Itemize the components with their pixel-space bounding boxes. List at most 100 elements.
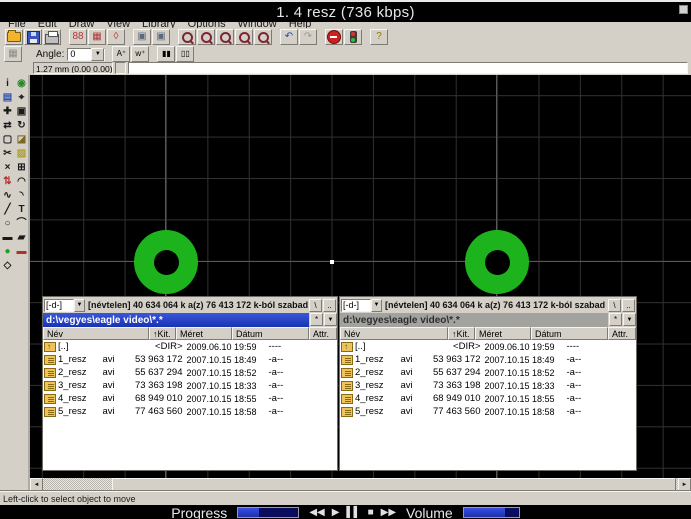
move-tool-icon[interactable]: ✚ xyxy=(1,105,14,119)
zoom-select-icon[interactable] xyxy=(235,29,253,45)
file-row[interactable]: 5_resz avi 77 463 560 2007.10.15 18:58 -… xyxy=(43,405,337,418)
history-button[interactable]: ▼ xyxy=(324,313,337,326)
display-tool-icon[interactable]: ▤ xyxy=(1,91,14,105)
favorites-button[interactable]: * xyxy=(310,313,323,326)
hole-tool-icon[interactable]: ◇ xyxy=(1,259,14,273)
window-control-icon[interactable] xyxy=(679,5,688,14)
polygon-tool-icon[interactable]: ▰ xyxy=(15,231,28,245)
split-tool-icon[interactable]: ◝ xyxy=(15,189,28,203)
chevron-down-icon[interactable]: ▼ xyxy=(91,47,105,61)
file-row[interactable]: 3_resz avi 73 363 198 2007.10.15 18:33 -… xyxy=(43,379,337,392)
add-tool-icon[interactable]: ⊞ xyxy=(15,161,28,175)
change-tool-icon[interactable]: ◪ xyxy=(15,133,28,147)
device-icon[interactable]: ◊ xyxy=(107,29,125,45)
file-row[interactable]: 2_resz avi 55 637 294 2007.10.15 18:52 -… xyxy=(340,366,636,379)
file-row[interactable]: 3_resz avi 73 363 198 2007.10.15 18:33 -… xyxy=(340,379,636,392)
print-icon[interactable] xyxy=(43,29,61,45)
column-header-ext[interactable]: ↑Kit. xyxy=(448,327,475,340)
rotate-tool-icon[interactable]: ↻ xyxy=(15,119,28,133)
parent-dir-button[interactable]: .. xyxy=(622,298,635,312)
wire-tool-icon[interactable]: ╱ xyxy=(1,203,14,217)
last-window-icon[interactable]: ▣ xyxy=(152,29,170,45)
via-pad-left[interactable] xyxy=(134,230,198,294)
fit-drawing-icon[interactable]: ▣ xyxy=(133,29,151,45)
play-icon[interactable]: ▶ xyxy=(332,507,340,518)
root-dir-button[interactable]: \ xyxy=(608,298,621,312)
smash-tool-icon[interactable]: ◠ xyxy=(15,175,28,189)
drive-combo[interactable]: [-d-] xyxy=(44,298,74,312)
command-input[interactable] xyxy=(128,62,688,74)
library-icon[interactable]: 88 xyxy=(69,29,87,45)
file-row[interactable]: 4_resz avi 68 949 010 2007.10.15 18:55 -… xyxy=(43,392,337,405)
copy-tool-icon[interactable]: ▣ xyxy=(15,105,28,119)
file-row[interactable]: 5_resz avi 77 463 560 2007.10.15 18:58 -… xyxy=(340,405,636,418)
canvas-hscrollbar[interactable]: ◄ ► xyxy=(30,478,691,491)
forward-icon[interactable]: ▶▶ xyxy=(381,507,396,518)
show-tool-icon[interactable]: ◉ xyxy=(15,77,28,91)
angle-combo[interactable]: 0 ▼ xyxy=(67,47,106,61)
rect-tool-icon[interactable]: ▬ xyxy=(1,231,14,245)
file-row[interactable]: [..] <DIR> 2009.06.10 19:59 ---- xyxy=(43,340,337,353)
column-header-date[interactable]: Dátum xyxy=(232,327,309,340)
favorites-button[interactable]: * xyxy=(609,313,622,326)
toggle-button-2[interactable]: ▯▯ xyxy=(176,46,195,62)
grid-button[interactable]: ▦ xyxy=(4,46,22,62)
save-file-icon[interactable] xyxy=(24,29,42,45)
text-tool-icon[interactable]: T xyxy=(15,203,28,217)
mark-tool-icon[interactable]: ⌖ xyxy=(15,91,28,105)
run-script-icon[interactable] xyxy=(344,29,362,45)
group-tool-icon[interactable]: ▢ xyxy=(1,133,14,147)
via-pad-right[interactable] xyxy=(465,230,529,294)
redo-icon[interactable]: ↷ xyxy=(299,29,317,45)
current-path[interactable]: d:\vegyes\eagle video\*.* xyxy=(340,313,608,327)
column-header-size[interactable]: Méret xyxy=(176,327,232,340)
toggle-button-1[interactable]: ▮▮ xyxy=(157,46,176,62)
column-header-name[interactable]: Név xyxy=(340,327,448,340)
arc-tool-icon[interactable]: ⌒ xyxy=(15,217,28,231)
scrollbar-thumb[interactable] xyxy=(112,478,676,491)
column-header-size[interactable]: Méret xyxy=(475,327,531,340)
via-tool-icon[interactable]: ● xyxy=(1,245,14,259)
stop-icon[interactable]: ■ xyxy=(368,507,374,518)
circle-tool-icon[interactable]: ○ xyxy=(1,217,14,231)
paste-tool-icon[interactable]: ▨ xyxy=(15,147,28,161)
mirror-tool-icon[interactable]: ⇄ xyxy=(1,119,14,133)
column-header-attr[interactable]: Attr. xyxy=(608,327,636,340)
file-row[interactable]: 4_resz avi 68 949 010 2007.10.15 18:55 -… xyxy=(340,392,636,405)
chevron-down-icon[interactable]: ▼ xyxy=(74,298,85,312)
root-dir-button[interactable]: \ xyxy=(309,298,322,312)
abs-text-button[interactable]: A⁺ xyxy=(112,46,131,62)
current-path[interactable]: d:\vegyes\eagle video\*.* xyxy=(43,313,309,327)
scroll-right-icon[interactable]: ► xyxy=(678,478,691,491)
pinswap-tool-icon[interactable]: ⇅ xyxy=(1,175,14,189)
zoom-out-icon[interactable] xyxy=(216,29,234,45)
help-icon[interactable]: ? xyxy=(370,29,388,45)
ratsnest-tool-icon[interactable]: ∿ xyxy=(1,189,14,203)
progress-bar[interactable] xyxy=(237,507,300,518)
file-row[interactable]: [..] <DIR> 2009.06.10 19:59 ---- xyxy=(340,340,636,353)
zoom-fit-icon[interactable] xyxy=(178,29,196,45)
cut-tool-icon[interactable]: ✂ xyxy=(1,147,14,161)
history-button[interactable]: ▼ xyxy=(623,313,636,326)
chevron-down-icon[interactable]: ▼ xyxy=(371,298,382,312)
parent-dir-button[interactable]: .. xyxy=(323,298,336,312)
stop-command-icon[interactable] xyxy=(325,29,343,45)
file-row[interactable]: 1_resz avi 53 963 172 2007.10.15 18:49 -… xyxy=(43,353,337,366)
board-icon[interactable]: ▦ xyxy=(88,29,106,45)
zoom-in-icon[interactable] xyxy=(197,29,215,45)
info-tool-icon[interactable]: i xyxy=(1,77,14,91)
signal-tool-icon[interactable]: ▬ xyxy=(15,245,28,259)
delete-tool-icon[interactable]: × xyxy=(1,161,14,175)
file-row[interactable]: 2_resz avi 55 637 294 2007.10.15 18:52 -… xyxy=(43,366,337,379)
undo-icon[interactable]: ↶ xyxy=(280,29,298,45)
column-header-name[interactable]: Név xyxy=(43,327,149,340)
column-header-attr[interactable]: Attr. xyxy=(309,327,337,340)
rel-text-button[interactable]: w⁺ xyxy=(131,46,150,62)
volume-bar[interactable] xyxy=(462,507,520,518)
rewind-icon[interactable]: ◀◀ xyxy=(309,507,324,518)
pause-icon[interactable]: ▌▌ xyxy=(346,507,360,518)
drive-combo[interactable]: [-d-] xyxy=(341,298,371,312)
zoom-redraw-icon[interactable] xyxy=(254,29,272,45)
open-file-icon[interactable] xyxy=(5,29,23,45)
scroll-left-icon[interactable]: ◄ xyxy=(30,478,43,491)
